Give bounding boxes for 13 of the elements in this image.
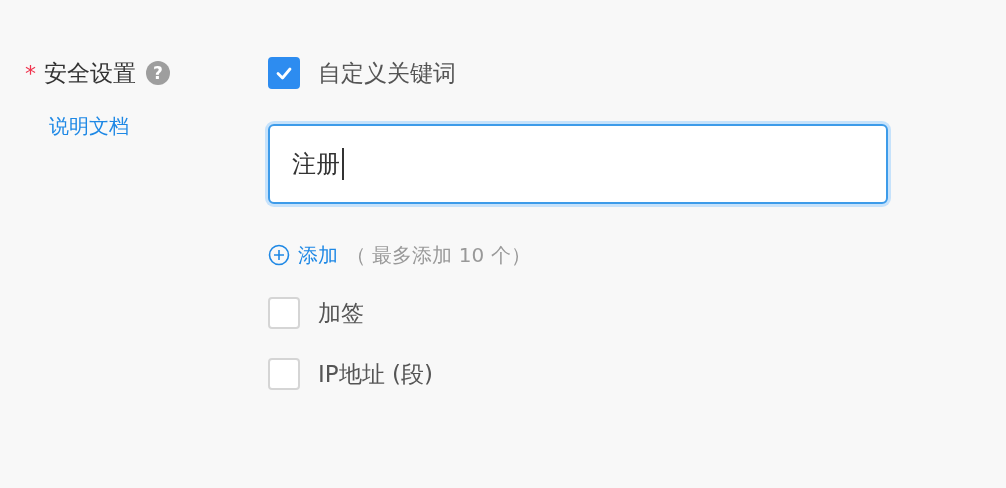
checkbox-label: 加签 [318,298,364,328]
documentation-link[interactable]: 说明文档 [49,113,129,140]
add-icon [268,244,290,266]
input-field[interactable]: 注册 [268,124,888,204]
text-cursor [342,148,344,180]
help-icon[interactable]: ? [146,61,170,85]
checkbox-label: IP地址 (段) [318,359,433,389]
checkbox[interactable] [268,57,300,89]
add-link[interactable]: 添加 [268,241,338,269]
required-mark: * [25,60,36,86]
checkbox-label: 自定义关键词 [318,58,456,88]
field-label: 安全设置 [44,58,136,88]
limit-hint: （ 最多添加 10 个） [346,241,531,269]
